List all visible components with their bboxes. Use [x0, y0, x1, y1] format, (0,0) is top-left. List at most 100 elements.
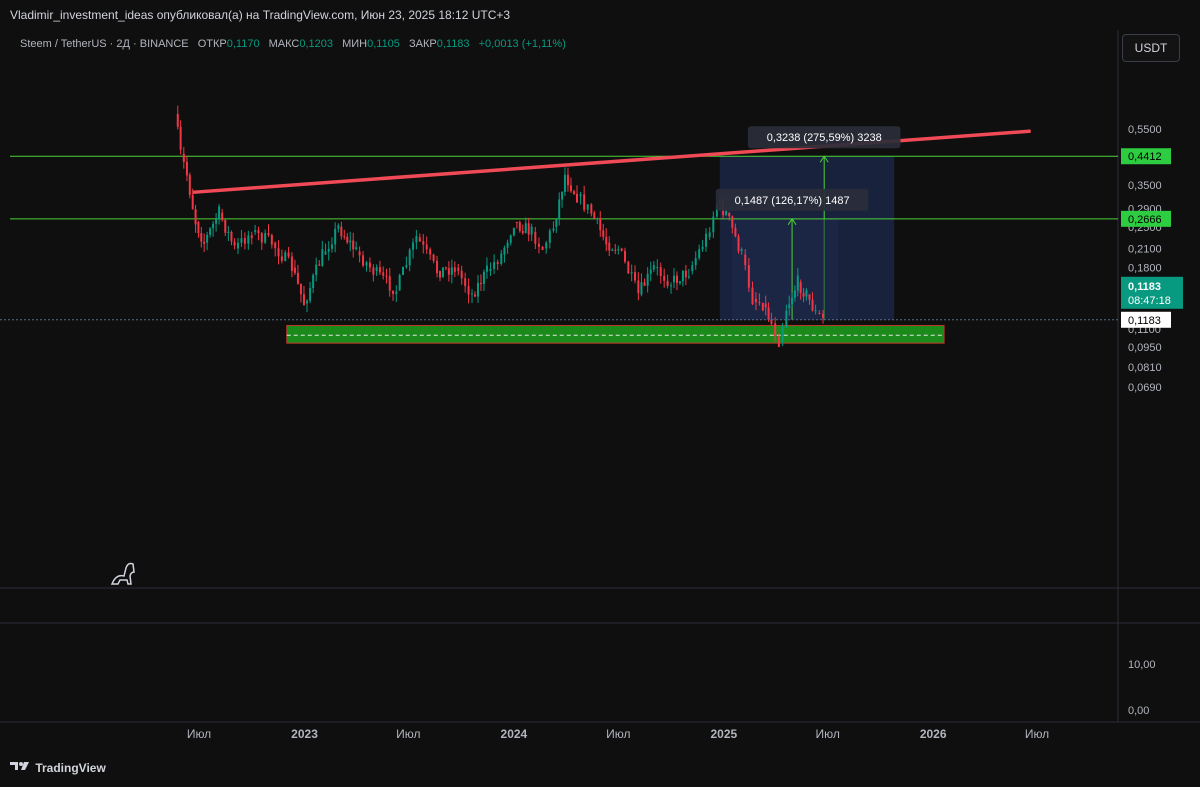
candle-body	[218, 206, 221, 220]
candle-body	[182, 153, 185, 162]
candle-body	[212, 223, 215, 229]
candle-body	[569, 185, 572, 192]
candle-body	[221, 212, 224, 220]
candle-body	[705, 233, 708, 247]
candle-body	[257, 230, 260, 234]
price-axis-tick: 0,0950	[1128, 342, 1162, 354]
dino-icon[interactable]	[110, 562, 135, 585]
candle-body	[678, 281, 681, 283]
candle-body	[496, 262, 499, 264]
candle-body	[402, 267, 405, 275]
candle-body	[649, 269, 652, 274]
candle-body	[237, 242, 240, 249]
time-axis-tick: 2026	[920, 727, 947, 741]
candle-body	[474, 294, 477, 297]
candle-body	[503, 247, 506, 255]
candle-body	[422, 241, 425, 245]
candle-body	[444, 267, 447, 269]
candle-body	[471, 293, 474, 295]
candle-body	[450, 267, 453, 275]
candle-body	[200, 233, 203, 242]
candle-body	[537, 243, 540, 247]
candle-body	[479, 282, 482, 284]
candle-body	[176, 113, 179, 127]
candle-body	[822, 313, 825, 318]
candle-body	[663, 275, 666, 281]
candle-body	[340, 226, 343, 237]
candle-body	[698, 249, 701, 259]
candle-body	[808, 294, 811, 300]
price-axis-tick: 0,0690	[1128, 382, 1162, 394]
candle-body	[191, 194, 194, 210]
candle-body	[306, 300, 309, 304]
candle-body	[460, 270, 463, 279]
candle-body	[555, 219, 558, 227]
candle-body	[708, 232, 711, 238]
candle-body	[185, 161, 188, 176]
candle-body	[796, 275, 799, 291]
candle-body	[476, 282, 479, 297]
indicator-axis-tick: 0,00	[1128, 705, 1149, 717]
candle-body	[346, 236, 349, 243]
candle-body	[687, 276, 690, 278]
measure-box[interactable]	[731, 218, 839, 320]
candle-body	[432, 254, 435, 261]
candle-body	[767, 307, 770, 320]
time-axis-tick: 2024	[501, 727, 528, 741]
support-zone[interactable]	[286, 324, 945, 344]
candle-body	[243, 238, 246, 244]
candle-body	[206, 234, 209, 243]
candle-body	[230, 231, 233, 242]
candle-body	[579, 194, 582, 197]
candle-body	[791, 297, 794, 305]
resistance-trendline[interactable]	[192, 129, 1031, 195]
candle-body	[586, 204, 589, 210]
candle-body	[758, 302, 761, 304]
candle-body	[611, 249, 614, 251]
candle-body	[754, 298, 757, 303]
indicator-axis-tick: 10,00	[1128, 659, 1156, 671]
candle-body	[666, 280, 669, 286]
candle-body	[382, 272, 385, 276]
candle-body	[299, 283, 302, 295]
candle-body	[203, 241, 206, 244]
candle-body	[315, 264, 318, 276]
candle-body	[731, 216, 734, 228]
candle-body	[441, 267, 444, 278]
candle-body	[375, 267, 378, 272]
candle-body	[337, 225, 340, 229]
tradingview-logo[interactable]: TradingView	[10, 760, 106, 775]
candle-body	[583, 194, 586, 210]
candle-body	[438, 271, 441, 278]
candle-body	[602, 230, 605, 237]
candle-body	[563, 174, 566, 193]
candle-body	[493, 262, 496, 269]
price-chart[interactable]: 0,3238 (275,59%) 3238 0,1487 (126,17%) 14…	[0, 0, 1200, 787]
candle-body	[368, 262, 371, 268]
candle-body	[327, 248, 330, 252]
candle-body	[358, 251, 361, 256]
time-axis-tick: Июл	[187, 727, 211, 741]
price-axis-tick: 0,2100	[1128, 243, 1162, 255]
candle-body	[575, 193, 578, 203]
candle-body	[593, 212, 596, 219]
candle-body	[527, 223, 530, 235]
candle-body	[545, 242, 548, 249]
price-countdown: 08:47:18	[1128, 295, 1171, 307]
candle-body	[362, 255, 365, 266]
candle-body	[684, 270, 687, 278]
candle-body	[429, 249, 432, 255]
candle-body	[770, 319, 773, 324]
candle-body	[617, 249, 620, 251]
time-axis-tick: Июл	[815, 727, 839, 741]
price-axis-tick: 0,5500	[1128, 124, 1162, 136]
candle-body	[482, 271, 485, 284]
candle-body	[447, 268, 450, 275]
candle-body	[500, 253, 503, 264]
candle-body	[774, 323, 777, 337]
candle-body	[637, 280, 640, 294]
candle-body	[764, 303, 767, 308]
candle-body	[725, 210, 728, 216]
candle-body	[277, 248, 280, 257]
candle-body	[284, 252, 287, 261]
